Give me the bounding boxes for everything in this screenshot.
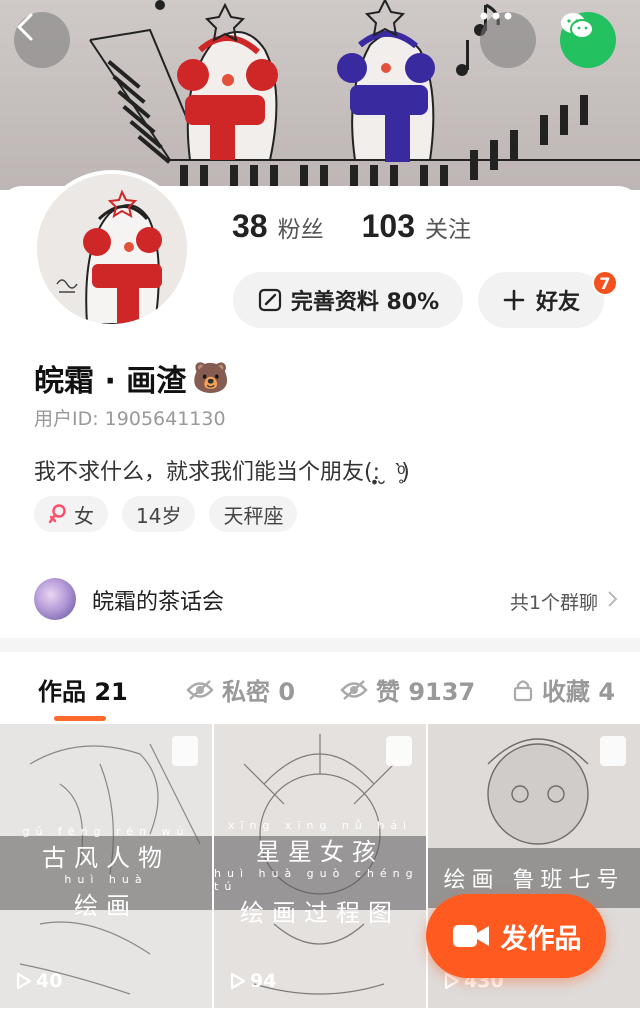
add-friend-button[interactable]: 好友 [478, 272, 604, 328]
work-title-line1: 星星女孩 [256, 837, 384, 866]
age-label: 14岁 [136, 503, 182, 528]
publish-work-button[interactable]: 发作品 [426, 894, 606, 978]
tab-likes-label: 赞 9137 [376, 678, 476, 706]
followers-count[interactable]: 38 [232, 208, 268, 245]
profile-bio: 我不求什么，就求我们能当个朋友(:̣̣̥ ̮ ˋ̥ͦ) [34, 460, 410, 485]
following-count[interactable]: 103 [362, 208, 415, 245]
eye-off-icon [186, 679, 214, 700]
lock-icon [513, 679, 533, 701]
avatar-drawing [37, 174, 187, 324]
multi-image-icon [172, 736, 198, 766]
play-count: 40 [16, 970, 62, 992]
work-title-pinyin2: huì huà [64, 873, 148, 886]
multi-image-icon [600, 736, 626, 766]
zodiac-label: 天秤座 [223, 503, 284, 528]
play-icon [16, 972, 32, 990]
profile-tabs: 作品 21 私密 0 赞 9137 收藏 4 [0, 652, 640, 724]
user-id[interactable]: 用户ID: 1905641130 [34, 404, 226, 431]
edit-profile-button[interactable]: 完善资料 80% [233, 272, 463, 328]
zodiac-tag: 天秤座 [209, 496, 298, 532]
play-count-value: 94 [250, 970, 277, 992]
group-count: 共1个群聊 [509, 592, 598, 614]
tab-favorites-label: 收藏 4 [542, 678, 616, 706]
back-icon [17, 13, 33, 41]
eye-off-icon [340, 679, 368, 700]
work-title-pinyin2: huì huà guò chéng tú [214, 866, 419, 893]
multi-image-icon [386, 736, 412, 766]
more-button[interactable] [480, 12, 536, 68]
following-label[interactable]: 关注 [425, 210, 471, 244]
chevron-right-icon [608, 591, 618, 607]
more-icon [480, 12, 512, 20]
plus-icon [503, 289, 525, 311]
cover-drawing [89, 0, 640, 190]
gender-label: 女 [74, 503, 94, 528]
profile-name: 皖霜 · 画渣 [34, 364, 187, 399]
work-title-pinyin: xīng xīng nǚ hái [227, 818, 413, 832]
work-card[interactable]: gǔ fēng rén wù 古风人物 huì huà 绘画 40 [0, 724, 212, 1008]
work-title-overlay: xīng xīng nǚ hái 星星女孩 huì huà guò chéng … [214, 819, 426, 927]
work-title-line2: 绘画过程图 [240, 898, 400, 927]
tab-works[interactable]: 作品 21 [38, 672, 128, 707]
work-title-line1: 绘画 鲁班七号 [443, 868, 625, 893]
tab-private[interactable]: 私密 0 [186, 672, 295, 707]
work-title-line2: 绘画 [74, 892, 138, 920]
tab-likes[interactable]: 赞 9137 [340, 672, 475, 707]
work-title-overlay: gǔ fēng rén wù 古风人物 huì huà 绘画 [0, 825, 212, 920]
age-tag: 14岁 [122, 496, 196, 532]
works-grid: gǔ fēng rén wù 古风人物 huì huà 绘画 40 xīng x… [0, 724, 640, 1024]
group-avatar [34, 578, 76, 620]
work-title-pinyin: gǔ fēng rén wù [22, 825, 190, 838]
publish-label: 发作品 [500, 923, 582, 955]
work-card[interactable]: xīng xīng nǚ hái 星星女孩 huì huà guò chéng … [214, 724, 426, 1008]
gender-tag: 女 [34, 496, 108, 532]
wechat-share-button[interactable] [560, 12, 616, 68]
play-icon [230, 972, 246, 990]
female-icon [48, 504, 66, 524]
bear-emoji-icon: 🐻 [192, 360, 230, 396]
tab-favorites[interactable]: 收藏 4 [512, 672, 615, 707]
profile-name-row: 皖霜 · 画渣 🐻 [34, 356, 230, 400]
group-name: 皖霜的茶话会 [92, 590, 225, 615]
friend-notification-badge: 7 [592, 270, 618, 296]
play-count: 94 [230, 970, 276, 992]
wechat-icon [561, 13, 594, 39]
tab-works-label: 作品 21 [38, 678, 128, 706]
profile-tags: 女 14岁 天秤座 [34, 496, 298, 532]
followers-label[interactable]: 粉丝 [278, 210, 324, 244]
stats-row: 38 粉丝 103 关注 [232, 208, 509, 245]
back-button[interactable] [14, 12, 70, 68]
work-title-line1: 古风人物 [42, 844, 170, 872]
active-tab-indicator [54, 716, 106, 721]
avatar[interactable] [33, 170, 191, 328]
edit-icon [258, 288, 281, 312]
group-chat-row[interactable]: 皖霜的茶话会 共1个群聊 [0, 566, 640, 632]
play-count-value: 40 [36, 970, 63, 992]
edit-profile-label: 完善资料 80% [290, 290, 440, 315]
section-divider [0, 638, 640, 652]
tab-private-label: 私密 0 [222, 678, 296, 706]
profile-cover[interactable] [0, 0, 640, 190]
video-camera-icon [452, 925, 489, 947]
add-friend-label: 好友 [535, 290, 580, 315]
